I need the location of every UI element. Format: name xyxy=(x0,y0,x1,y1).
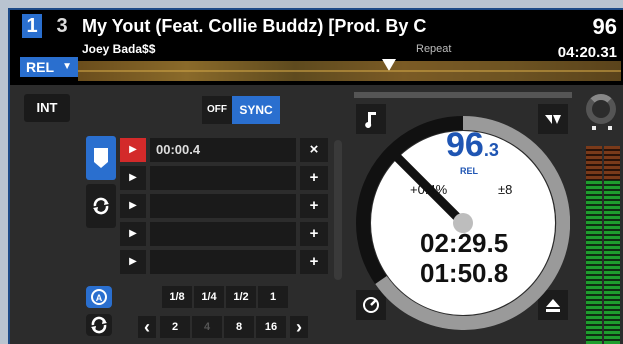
cue-row: ▶ 00:00.4 × xyxy=(120,138,330,162)
play-icon: ▶ xyxy=(129,172,137,183)
cue-time-field[interactable] xyxy=(150,222,296,246)
deck-number-active[interactable]: 1 xyxy=(22,14,42,38)
deck-number-other[interactable]: 3 xyxy=(52,14,72,38)
loop-fraction-button[interactable]: 1/8 xyxy=(162,286,192,308)
auto-loop-button[interactable]: A xyxy=(86,286,112,308)
loop-length-button[interactable]: 4 xyxy=(192,316,222,338)
playhead-marker-icon xyxy=(382,59,396,71)
jog-bpm-decimal: .3 xyxy=(483,140,499,160)
jog-time-remaining: 01:50.8 xyxy=(420,258,509,288)
loop-next-button[interactable]: › xyxy=(290,316,308,338)
deck-panel: 1 3 REL ▼ My Yout (Feat. Collie Buddz) [… xyxy=(8,8,623,344)
repeat-label[interactable]: Repeat xyxy=(416,43,451,55)
gain-knob-marker-right xyxy=(608,126,612,130)
play-icon: ▶ xyxy=(129,200,137,211)
cue-row: ▶ + xyxy=(120,222,330,246)
sync-button[interactable]: SYNC xyxy=(232,96,280,124)
loop-length-button[interactable]: 2 xyxy=(160,316,190,338)
svg-text:A: A xyxy=(96,293,103,303)
jog-time-elapsed: 02:29.5 xyxy=(420,228,509,258)
track-title: My Yout (Feat. Collie Buddz) [Prod. By C xyxy=(82,16,427,36)
play-icon: ▶ xyxy=(129,256,137,267)
loop-fraction-button[interactable]: 1 xyxy=(258,286,288,308)
cue-play-button[interactable]: ▶ xyxy=(120,250,146,274)
cue-list-scrollbar[interactable] xyxy=(334,140,342,280)
pitch-bar[interactable] xyxy=(354,92,572,98)
cue-add-button[interactable]: + xyxy=(300,250,328,274)
rel-mode-dropdown[interactable]: REL ▼ xyxy=(20,57,78,77)
auto-loop-icon: A xyxy=(91,289,107,305)
loop-roll-icon xyxy=(93,197,109,215)
loop-roll-button[interactable] xyxy=(86,184,116,228)
loop-length-button[interactable]: 16 xyxy=(256,316,286,338)
int-button[interactable]: INT xyxy=(24,94,70,122)
cue-time-field[interactable] xyxy=(150,166,296,190)
cue-add-button[interactable]: + xyxy=(300,222,328,246)
cue-play-button[interactable]: ▶ xyxy=(120,194,146,218)
play-icon: ▶ xyxy=(129,228,137,239)
loop-button[interactable] xyxy=(86,314,112,336)
rel-mode-label: REL xyxy=(26,59,54,75)
cue-time-field[interactable]: 00:00.4 xyxy=(150,138,296,162)
header-time-remaining: 04:20.31 xyxy=(557,44,617,61)
loop-fraction-button[interactable]: 1/4 xyxy=(194,286,224,308)
gain-knob-marker-left xyxy=(592,126,596,130)
level-meter xyxy=(586,146,622,344)
track-waveform[interactable] xyxy=(78,59,621,81)
track-artist: Joey Bada$$ xyxy=(82,42,156,56)
jog-rel-label: REL xyxy=(460,166,478,176)
deck-header: 1 3 REL ▼ My Yout (Feat. Collie Buddz) [… xyxy=(10,10,623,85)
cue-time-field[interactable] xyxy=(150,250,296,274)
cue-add-button[interactable]: + xyxy=(300,194,328,218)
sync-off-button[interactable]: OFF xyxy=(202,96,232,124)
gain-knob[interactable] xyxy=(586,94,616,124)
cue-row: ▶ + xyxy=(120,194,330,218)
cue-row: ▶ + xyxy=(120,250,330,274)
chevron-down-icon: ▼ xyxy=(62,61,72,72)
cue-add-button[interactable]: + xyxy=(300,166,328,190)
cue-play-button[interactable]: ▶ xyxy=(120,222,146,246)
cue-delete-button[interactable]: × xyxy=(300,138,328,162)
cue-play-button[interactable]: ▶ xyxy=(120,166,146,190)
level-meter-right xyxy=(604,146,620,344)
jog-bpm-integer: 96 xyxy=(446,126,484,164)
cue-play-button[interactable]: ▶ xyxy=(120,138,146,162)
jog-pitch-range: ±8 xyxy=(498,182,513,197)
loop-prev-button[interactable]: ‹ xyxy=(138,316,156,338)
cue-time-field[interactable] xyxy=(150,194,296,218)
level-meter-left xyxy=(586,146,602,344)
cue-mode-button[interactable] xyxy=(86,136,116,180)
cue-marker-icon xyxy=(94,148,108,168)
jog-wheel[interactable]: 96.3 REL +0.4% ±8 02:29.5 01:50.8 xyxy=(356,116,571,330)
loop-icon xyxy=(91,316,107,334)
loop-fraction-button[interactable]: 1/2 xyxy=(226,286,256,308)
play-icon: ▶ xyxy=(129,144,137,155)
loop-length-button[interactable]: 8 xyxy=(224,316,254,338)
header-bpm: 96 xyxy=(592,14,617,39)
cue-row: ▶ + xyxy=(120,166,330,190)
jog-pitch-value: +0.4% xyxy=(410,182,448,197)
